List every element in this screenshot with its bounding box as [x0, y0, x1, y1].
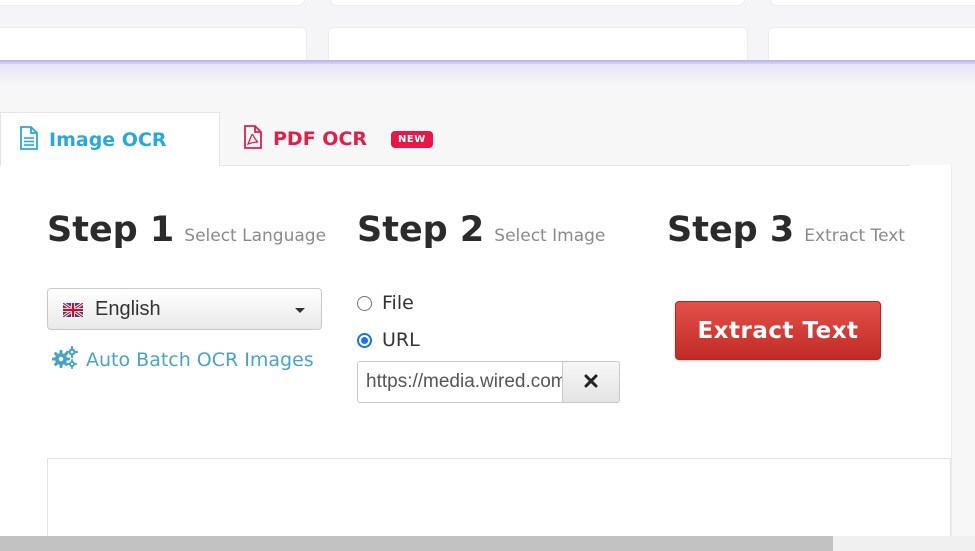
top-card [770, 0, 975, 6]
url-input[interactable] [358, 362, 562, 402]
horizontal-scrollbar[interactable] [0, 536, 975, 551]
section-shadow [0, 64, 975, 86]
step-subtitle: Extract Text [804, 226, 905, 246]
auto-batch-label: Auto Batch OCR Images [86, 349, 314, 371]
language-select[interactable]: English [47, 288, 322, 330]
tab-divider [220, 165, 910, 166]
clear-url-button[interactable] [562, 362, 619, 402]
step-2-heading: Step 2 Select Image [357, 210, 605, 250]
top-card [330, 0, 745, 6]
result-text-area[interactable] [47, 458, 951, 548]
top-card [0, 0, 305, 6]
close-icon [584, 374, 598, 391]
radio-label: URL [382, 329, 420, 351]
document-icon [19, 125, 39, 154]
step-title: Step 2 [357, 210, 485, 250]
new-badge: NEW [391, 130, 433, 148]
gears-icon [52, 346, 78, 374]
step-subtitle: Select Image [494, 226, 606, 246]
step-1-heading: Step 1 Select Language [47, 210, 326, 250]
step-3-heading: Step 3 Extract Text [667, 210, 905, 250]
extract-text-button[interactable]: Extract Text [675, 301, 881, 360]
source-file-option[interactable]: File [357, 292, 414, 314]
auto-batch-ocr-link[interactable]: Auto Batch OCR Images [52, 346, 314, 374]
tab-label: Image OCR [49, 128, 167, 151]
radio-label: File [382, 292, 414, 314]
scrollbar-thumb[interactable] [0, 536, 833, 551]
tab-bar: Image OCR PDF OCR NEW [0, 112, 975, 166]
tab-pdf-ocr[interactable]: PDF OCR NEW [243, 112, 463, 166]
pdf-file-icon [243, 125, 263, 153]
chevron-down-icon [295, 308, 305, 313]
file-radio[interactable] [357, 295, 372, 311]
step-title: Step 1 [47, 210, 175, 250]
step-subtitle: Select Language [184, 226, 327, 246]
uk-flag-icon [62, 301, 84, 319]
url-input-group [357, 361, 620, 403]
url-radio[interactable] [357, 332, 372, 348]
tab-label: PDF OCR [273, 128, 368, 150]
selected-language: English [95, 297, 161, 320]
top-strip [0, 0, 975, 67]
tab-image-ocr[interactable]: Image OCR [0, 112, 220, 166]
step-title: Step 3 [667, 210, 795, 250]
source-url-option[interactable]: URL [357, 329, 420, 351]
